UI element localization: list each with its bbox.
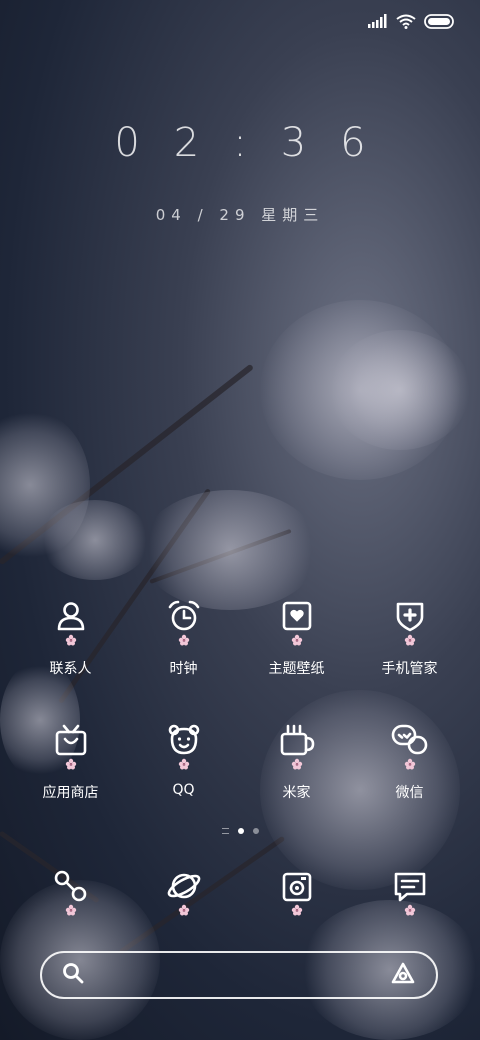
app-label: 米家 (282, 785, 311, 801)
assistant-icon[interactable] (390, 961, 416, 989)
flower-badge-icon (404, 758, 415, 770)
flower-badge-icon (65, 758, 76, 770)
flower-badge-icon (404, 634, 415, 646)
signal-icon (368, 14, 388, 28)
app-clock[interactable]: 时钟 (127, 596, 240, 678)
flower-badge-icon (65, 634, 76, 646)
page-indicator-menu (221, 828, 229, 834)
dock (0, 866, 480, 916)
dock-camera[interactable] (240, 866, 353, 916)
app-contacts[interactable]: 联系人 (14, 596, 127, 678)
camera-icon (277, 866, 317, 906)
page-indicator[interactable] (0, 828, 480, 834)
theme-wallpaper-icon (277, 596, 317, 636)
dock-messages[interactable] (353, 866, 466, 916)
app-security[interactable]: 手机管家 (353, 596, 466, 678)
app-mijia[interactable]: 米家 (240, 720, 353, 802)
flower-badge-icon (178, 904, 189, 916)
app-label: 应用商店 (42, 785, 99, 801)
date-label[interactable]: 04 / 29 星期三 (0, 204, 480, 225)
status-bar (368, 10, 456, 32)
flower-badge-icon (178, 634, 189, 646)
app-label: 联系人 (49, 661, 92, 677)
app-qq[interactable]: QQ (127, 720, 240, 802)
app-label: 时钟 (169, 661, 198, 677)
dock-phone[interactable] (14, 866, 127, 916)
dock-browser[interactable] (127, 866, 240, 916)
search-bar[interactable] (40, 951, 438, 999)
app-wechat[interactable]: 微信 (353, 720, 466, 802)
page-dot-1 (237, 828, 244, 834)
wechat-icon (390, 720, 430, 760)
search-icon[interactable] (62, 962, 84, 988)
flower-badge-icon (65, 904, 76, 916)
app-label: 微信 (395, 785, 424, 801)
flower-badge-icon (291, 904, 302, 916)
app-row-2: 应用商店 QQ 米家 微信 (0, 720, 480, 802)
messages-icon (390, 866, 430, 906)
wifi-icon (396, 14, 416, 29)
app-store-icon (51, 720, 91, 760)
contacts-icon (51, 596, 91, 636)
app-label: QQ (172, 782, 195, 798)
app-label: 主题壁纸 (268, 661, 325, 677)
alarm-clock-icon (164, 596, 204, 636)
flower-badge-icon (178, 758, 189, 770)
app-row-1: 联系人 时钟 主题壁纸 手机管家 (0, 596, 480, 678)
battery-icon (424, 13, 456, 29)
browser-icon (164, 866, 204, 906)
app-store[interactable]: 应用商店 (14, 720, 127, 802)
page-dot-2 (252, 828, 259, 834)
flower-badge-icon (404, 904, 415, 916)
phone-icon (51, 866, 91, 906)
flower-badge-icon (291, 634, 302, 646)
app-themes[interactable]: 主题壁纸 (240, 596, 353, 678)
qq-icon (164, 720, 204, 760)
lock-clock[interactable]: 02:36 (0, 120, 480, 166)
mijia-icon (277, 720, 317, 760)
app-label: 手机管家 (381, 661, 438, 677)
flower-badge-icon (291, 758, 302, 770)
security-shield-icon (390, 596, 430, 636)
